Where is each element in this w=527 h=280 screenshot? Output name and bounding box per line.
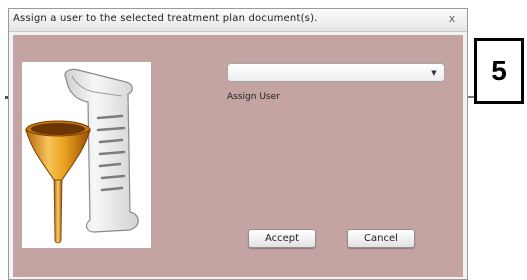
cancel-button[interactable]: Cancel <box>347 229 415 248</box>
close-icon[interactable]: x <box>445 12 459 26</box>
document-funnel-icon <box>25 68 139 244</box>
assign-user-dialog: Assign a user to the selected treatment … <box>8 8 468 280</box>
dialog-title: Assign a user to the selected treatment … <box>13 13 318 24</box>
document-funnel-illustration <box>22 62 151 248</box>
assign-user-label: Assign User <box>227 92 280 102</box>
accept-button[interactable]: Accept <box>248 229 316 248</box>
dialog-content: ▼ Assign User Accept Cancel <box>13 35 463 277</box>
assign-user-dropdown[interactable]: ▼ <box>227 63 445 82</box>
dialog-titlebar[interactable]: Assign a user to the selected treatment … <box>9 9 467 32</box>
step-number-badge: 5 <box>474 38 524 104</box>
dropdown-arrow-icon[interactable]: ▼ <box>430 68 438 78</box>
